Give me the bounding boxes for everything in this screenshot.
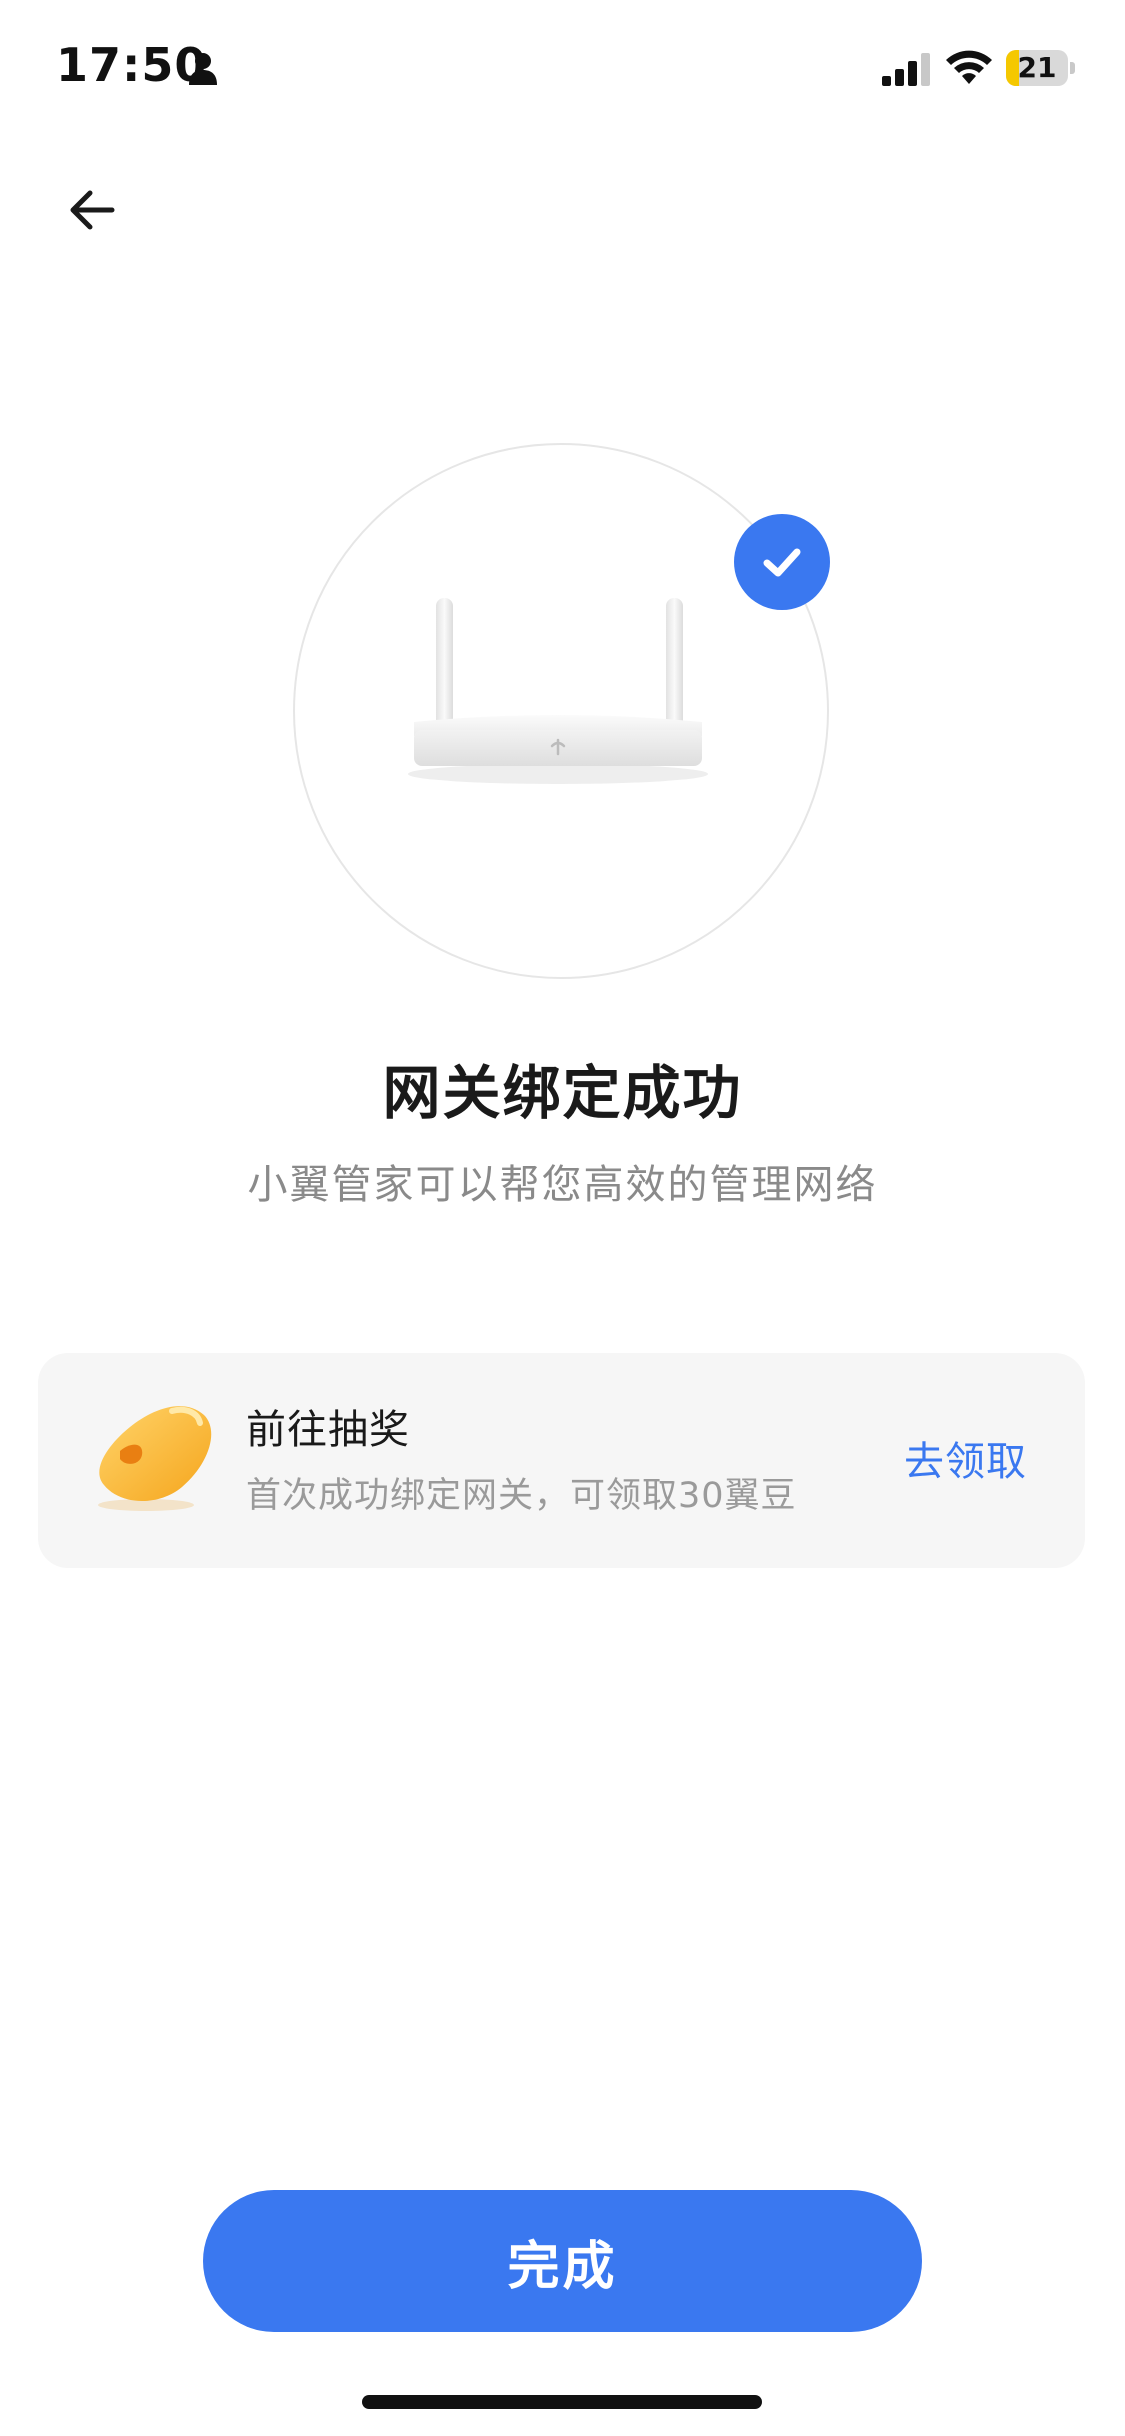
- battery-icon: 21: [1006, 50, 1076, 86]
- result-title: 网关绑定成功: [382, 1059, 743, 1127]
- done-button[interactable]: 完成: [203, 2190, 922, 2332]
- home-indicator: [362, 2395, 762, 2409]
- router-icon: [408, 598, 708, 784]
- gateway-bind-success-screen: 17:50 21 网关绑定成功 小翼管家可以帮您高效的管理网络 前往抽奖 首次成…: [0, 0, 1125, 2436]
- reward-description: 首次成功绑定网关，可领取30翼豆: [246, 1476, 797, 1516]
- reward-title: 前往抽奖: [246, 1407, 410, 1453]
- battery-body: 21: [1006, 50, 1068, 86]
- result-subtitle: 小翼管家可以帮您高效的管理网络: [247, 1162, 878, 1208]
- battery-cap: [1070, 62, 1075, 74]
- check-icon: [763, 548, 801, 577]
- wifi-icon: [946, 50, 992, 84]
- signal-icon: [882, 53, 930, 86]
- arrow-left-icon: [70, 190, 115, 230]
- check-badge: [734, 514, 830, 610]
- claim-reward-button[interactable]: 去领取: [904, 1429, 1027, 1487]
- status-bar: 17:50 21: [0, 0, 1125, 140]
- person-icon: [189, 53, 217, 85]
- status-time: 17:50: [56, 38, 208, 92]
- battery-level-text: 21: [1017, 51, 1057, 84]
- bean-icon: [98, 1406, 212, 1511]
- back-button[interactable]: [52, 170, 132, 250]
- reward-card[interactable]: 前往抽奖 首次成功绑定网关，可领取30翼豆 去领取: [38, 1353, 1085, 1568]
